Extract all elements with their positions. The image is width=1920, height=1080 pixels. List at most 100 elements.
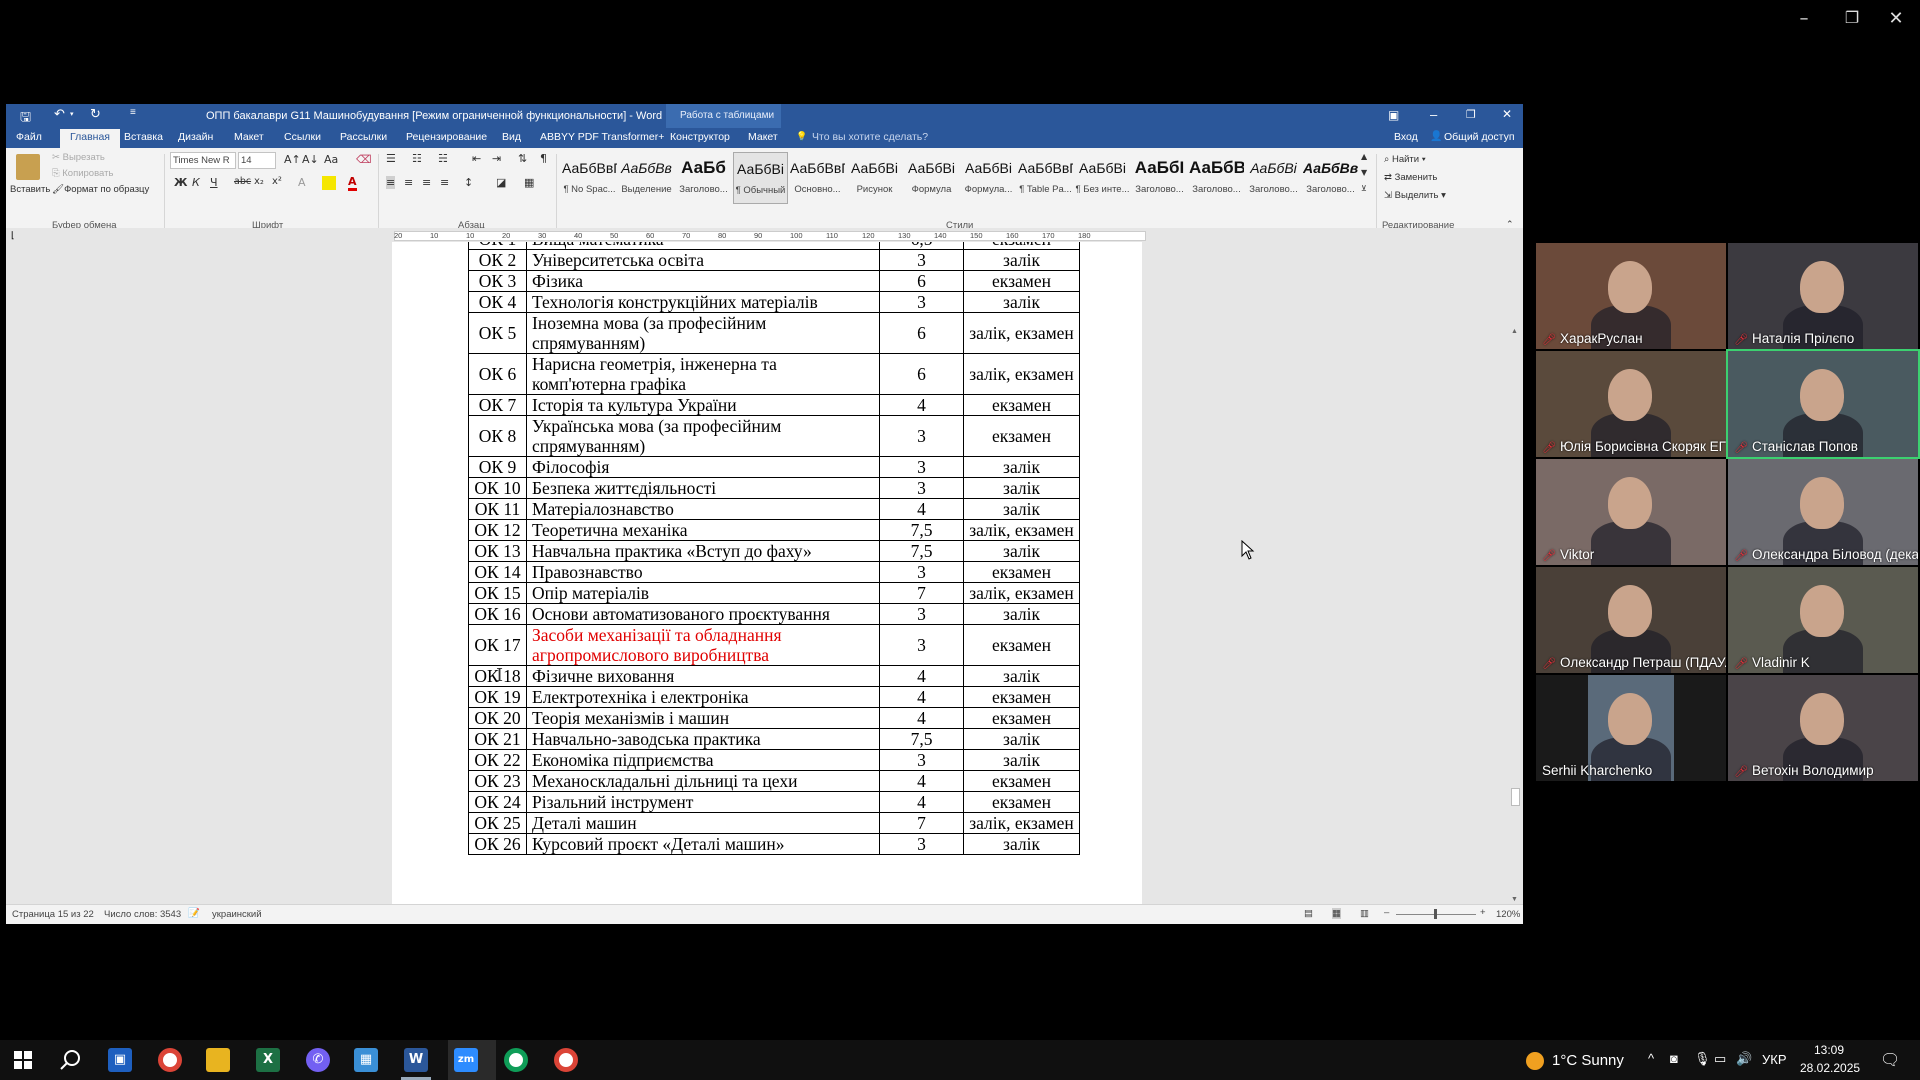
page-count[interactable]: Страница 15 из 22 (12, 909, 94, 920)
align-left-icon[interactable]: ≡ (386, 176, 396, 189)
word-icon[interactable]: W (404, 1048, 428, 1072)
paste-icon[interactable] (16, 154, 40, 180)
cell-code[interactable]: ОК 21 (468, 728, 527, 750)
cell-name[interactable]: Механоскладальні дільниці та цехи (526, 770, 880, 792)
font-size-select[interactable]: 14 (238, 152, 276, 169)
word-count[interactable]: Число слов: 3543 (104, 909, 181, 920)
participant-tile[interactable]: 🎤︎ Олександра Біловод (дека... (1728, 459, 1918, 565)
style-1[interactable]: АаБбВв Выделение (619, 152, 674, 204)
cell-code[interactable]: ОК 26 (468, 833, 527, 855)
cell-code[interactable]: ОК 11 (468, 498, 527, 520)
cell-credits[interactable]: 7,5 (879, 540, 964, 562)
cell-form[interactable]: екзамен (963, 415, 1080, 457)
notifications-icon[interactable]: 🗨 (1880, 1050, 1900, 1070)
cell-code[interactable]: ОК 17 (468, 624, 527, 666)
cell-name[interactable]: Електротехніка і електроніка (526, 686, 880, 708)
cell-code[interactable]: ОК 5 (468, 312, 527, 354)
cell-form[interactable]: екзамен (963, 791, 1080, 813)
italic-icon[interactable]: К (192, 176, 200, 189)
line-spacing-icon[interactable]: ↕ (464, 176, 473, 189)
styles-scroll-up-icon[interactable]: ▲ (1361, 152, 1367, 161)
cell-name[interactable]: Правознавство (526, 561, 880, 583)
file-explorer-icon[interactable] (206, 1048, 230, 1072)
excel-icon[interactable]: X (256, 1048, 280, 1072)
underline-icon[interactable]: Ч (210, 176, 218, 189)
zoom-in-icon[interactable]: + (1480, 907, 1486, 918)
table-row[interactable]: ОК 9 Філософія 3 залік (468, 456, 1080, 478)
cell-credits[interactable]: 4 (879, 791, 964, 813)
cell-credits[interactable]: 4 (879, 686, 964, 708)
participant-tile[interactable]: 🎤︎ Юлія Борисівна Скоряк ЕГ (1536, 351, 1726, 457)
redo-icon[interactable]: ↻ (90, 107, 101, 122)
calculator-icon[interactable]: ▦ (354, 1048, 378, 1072)
web-layout-icon[interactable]: ▥ (1360, 908, 1369, 919)
cell-credits[interactable]: 3 (879, 415, 964, 457)
cell-credits[interactable]: 3 (879, 456, 964, 478)
style-10[interactable]: АаБбІ Заголово... (1132, 152, 1187, 204)
tab-table-layout[interactable]: Макет (748, 131, 778, 143)
cell-form[interactable]: екзамен (963, 242, 1080, 250)
screen-close-icon[interactable]: ✕ (1876, 8, 1916, 29)
cell-name[interactable]: Іноземна мова (за професійним спрямуванн… (526, 312, 880, 354)
tray-overflow-icon[interactable]: ^ (1648, 1051, 1654, 1066)
style-4[interactable]: АаБбВвГ Основно... (790, 152, 845, 204)
cell-name[interactable]: Технологія конструкційних матеріалів (526, 291, 880, 313)
font-color-icon[interactable]: A (348, 176, 357, 191)
cell-code[interactable]: ОК 7 (468, 394, 527, 416)
cell-credits[interactable]: 4 (879, 770, 964, 792)
cell-code[interactable]: ОК 23 (468, 770, 527, 792)
vertical-scrollbar[interactable]: ▲ ▼ (1508, 228, 1523, 908)
cell-code[interactable]: ОК 10 (468, 477, 527, 499)
cell-name[interactable]: Вища математика (526, 242, 880, 250)
table-row[interactable]: ОК 8 Українська мова (за професійним спря… (468, 415, 1080, 457)
text-effects-icon[interactable]: A (298, 176, 306, 189)
style-7[interactable]: АаБбВі Формула... (961, 152, 1016, 204)
table-row[interactable]: ОК 17 Засоби механізації та обладнання аг… (468, 624, 1080, 666)
copy-button[interactable]: ⎘ Копировать (52, 168, 113, 179)
cell-form[interactable]: залік (963, 477, 1080, 499)
style-0[interactable]: АаБбВвГг, ¶ No Spac... (562, 152, 617, 204)
table-row[interactable]: ОК 1Вища математика6,5екзамен (468, 242, 1080, 250)
proofing-icon[interactable]: 📝 (188, 908, 200, 919)
zoom-level[interactable]: 120% (1496, 909, 1520, 920)
style-8[interactable]: АаБбВвГ ¶ Table Pa... (1018, 152, 1073, 204)
clock-date[interactable]: 28.02.2025 (1800, 1061, 1860, 1075)
cell-credits[interactable]: 6 (879, 312, 964, 354)
cell-code[interactable]: ОК 1 (468, 242, 527, 250)
table-row[interactable]: ОК 24 Різальний інструмент 4 екзамен (468, 791, 1080, 813)
cell-credits[interactable]: 7,5 (879, 519, 964, 541)
tab-home[interactable]: Главная (60, 129, 120, 148)
input-language[interactable]: УКР (1762, 1052, 1787, 1067)
cell-name[interactable]: Теорія механізмів і машин (526, 707, 880, 729)
cell-form[interactable]: залік, екзамен (963, 582, 1080, 604)
search-icon[interactable] (60, 1049, 82, 1071)
cell-code[interactable]: ОК 15 (468, 582, 527, 604)
cell-credits[interactable]: 7 (879, 812, 964, 834)
justify-icon[interactable]: ≡ (440, 176, 449, 189)
cell-name[interactable]: Нарисна геометрія, інженерна та комп'юте… (526, 353, 880, 395)
cell-code[interactable]: ОК 6 (468, 353, 527, 395)
viber-icon[interactable]: ✆ (306, 1048, 330, 1072)
cell-name[interactable]: Курсовий проєкт «Деталі машин» (526, 833, 880, 855)
cell-name[interactable]: Фізика (526, 270, 880, 292)
table-row[interactable]: ОК 10 Безпека життєдіяльності 3 залік (468, 477, 1080, 499)
cell-form[interactable]: залік (963, 665, 1080, 687)
tab-mailings[interactable]: Рассылки (340, 131, 387, 143)
cell-name[interactable]: Опір матеріалів (526, 582, 880, 604)
style-12[interactable]: АаБбВі Заголово... (1246, 152, 1301, 204)
cell-form[interactable]: залік, екзамен (963, 519, 1080, 541)
cell-code[interactable]: ОК 16 (468, 603, 527, 625)
share-button[interactable]: Общий доступ (1444, 131, 1515, 143)
scroll-up-icon[interactable]: ▲ (1511, 328, 1518, 335)
participant-tile[interactable]: 🎤︎ Наталія Прілєпо (1728, 243, 1918, 349)
tab-references[interactable]: Ссылки (284, 131, 321, 143)
shrink-font-icon[interactable]: A↓ (302, 153, 319, 166)
read-mode-icon[interactable]: ▤ (1304, 908, 1313, 919)
volume-icon[interactable]: 🔊 (1736, 1051, 1752, 1067)
microphone-icon[interactable]: 🎙 (1694, 1051, 1711, 1067)
cell-name[interactable]: Українська мова (за професійним спрямува… (526, 415, 880, 457)
table-row[interactable]: ОК 18 Фізичне виховання 4 залік (468, 665, 1080, 687)
zoom-icon[interactable]: zm (454, 1048, 478, 1072)
table-row[interactable]: ОК 14 Правознавство 3 екзамен (468, 561, 1080, 583)
numbering-icon[interactable]: ☷ (412, 152, 422, 165)
